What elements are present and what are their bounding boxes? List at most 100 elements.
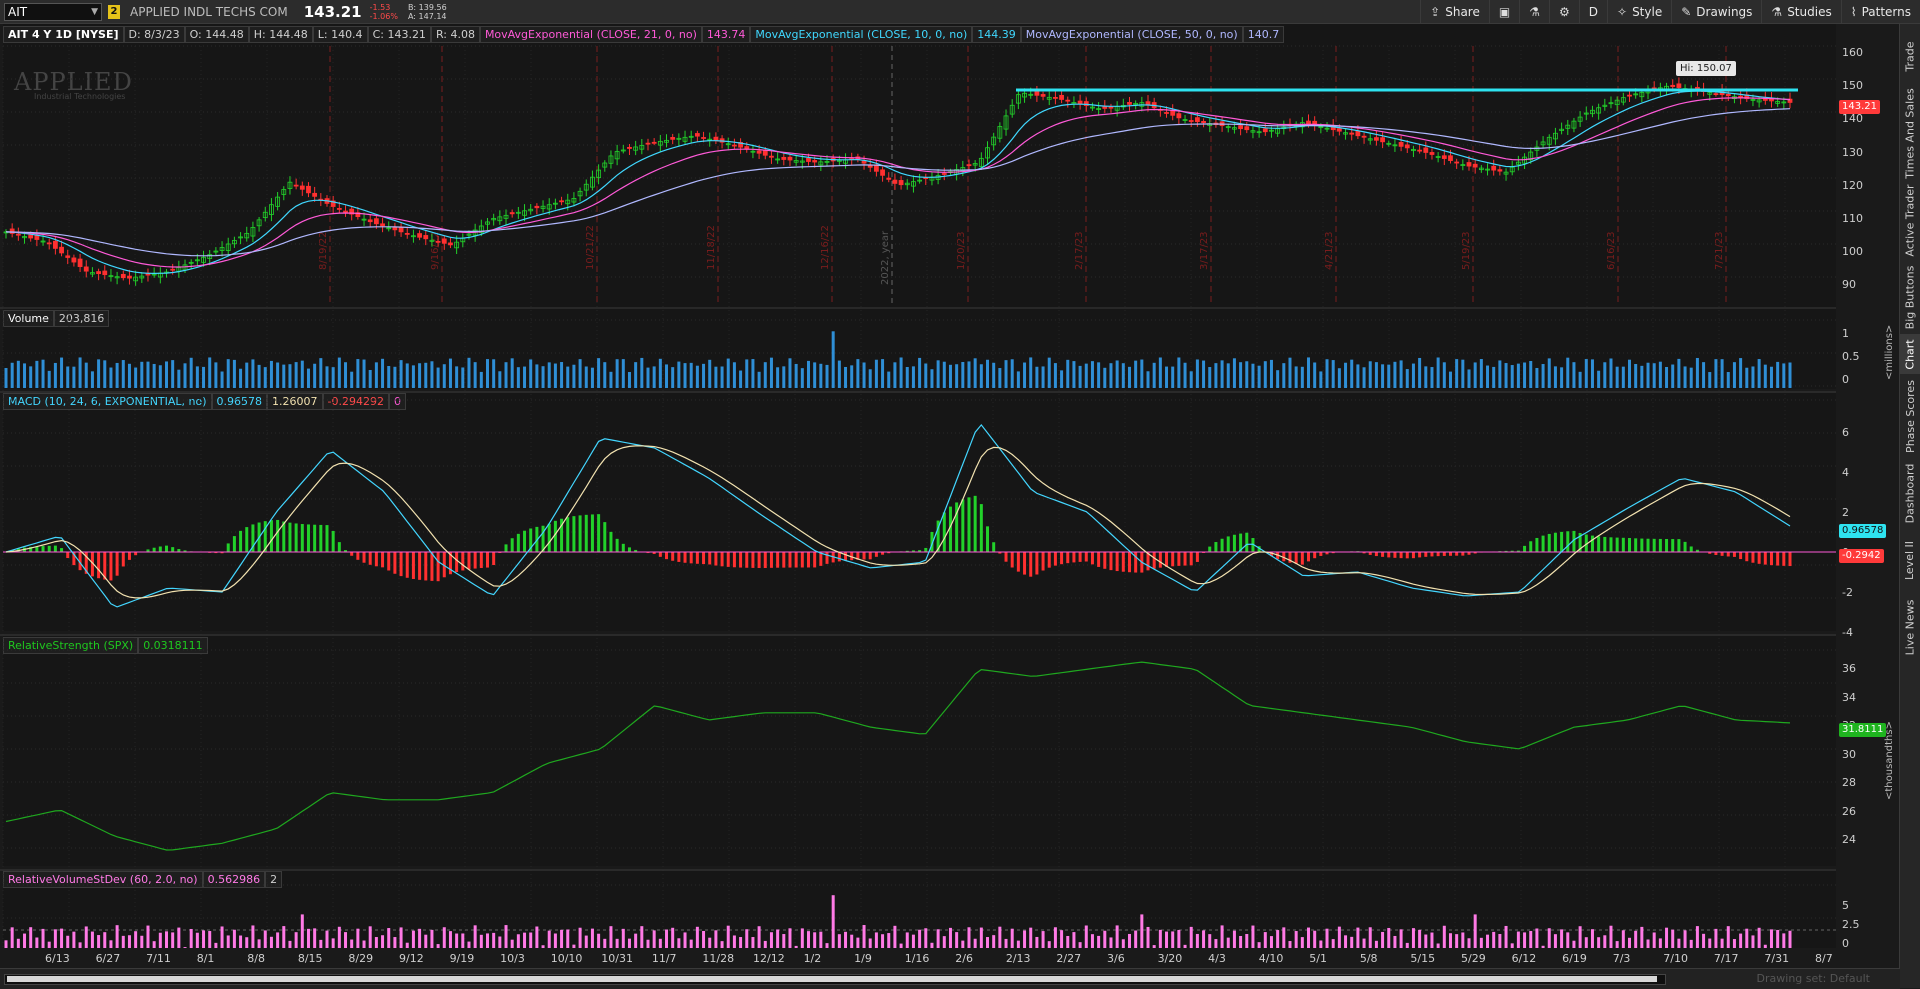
volume-bar: [1616, 367, 1619, 388]
rv-bar: [35, 938, 38, 948]
candle-body: [1060, 95, 1064, 99]
rv-bar: [1449, 933, 1452, 948]
rv-bar: [1356, 928, 1359, 948]
macd-histogram-bar: [1721, 552, 1724, 556]
macd-histogram-bar: [1103, 552, 1106, 569]
volume-bar: [1529, 361, 1532, 388]
candle-body: [35, 236, 39, 240]
macd-histogram-bar: [788, 552, 791, 568]
rv-bar: [1363, 939, 1366, 948]
volume-bar: [1122, 363, 1125, 388]
volume-bar: [943, 362, 946, 388]
time-axis-label: 6/27: [96, 952, 121, 965]
volume-bar: [97, 359, 100, 388]
rv-bar: [646, 940, 649, 948]
macd-histogram-bar: [1171, 552, 1174, 566]
macd-histogram-bar: [42, 546, 45, 552]
rv-bar: [369, 926, 372, 948]
rv-bar: [597, 934, 600, 948]
volume-unit: <millions>: [1884, 325, 1895, 380]
tab-level-ii[interactable]: Level II: [1900, 530, 1920, 590]
volume-bar: [5, 368, 8, 388]
rv-bar: [424, 935, 427, 948]
volume-bar: [282, 365, 285, 388]
volume-bar: [109, 368, 112, 388]
macd-histogram-bar: [980, 504, 983, 552]
volume-bar: [461, 367, 464, 388]
volume-bar: [406, 363, 409, 388]
rv-bar: [1313, 931, 1316, 948]
rv-bar: [554, 933, 557, 948]
volume-bar: [1480, 359, 1483, 388]
volume-bar: [505, 362, 508, 388]
tab-phase-scores[interactable]: Phase Scores: [1900, 376, 1920, 456]
volume-bar: [1227, 363, 1230, 388]
rv-bar: [122, 936, 125, 948]
rv-bar: [856, 938, 859, 948]
volume-bar: [60, 358, 63, 388]
rv-bar: [1523, 932, 1526, 948]
candle-body: [294, 185, 298, 186]
macd-histogram-bar: [1789, 552, 1792, 566]
horizontal-scrollbar[interactable]: [4, 974, 1666, 985]
volume-bar: [1005, 360, 1008, 388]
volume-bar: [1486, 366, 1489, 388]
volume-bar: [893, 362, 896, 388]
volume-bar: [566, 367, 569, 388]
candle-body: [344, 211, 348, 212]
rv-bar: [930, 943, 933, 948]
rv-bar: [1227, 938, 1230, 948]
rv-bar: [535, 927, 538, 948]
candle-body: [1399, 142, 1403, 146]
volume-bar: [1011, 359, 1014, 388]
rv-bar: [1147, 927, 1150, 948]
macd-histogram-bar: [1085, 552, 1088, 562]
candle-body: [1455, 162, 1459, 163]
candle-body: [405, 233, 409, 234]
volume-bar: [912, 366, 915, 388]
time-axis-label: 8/8: [247, 952, 265, 965]
rs-tag: 31.8111: [1839, 723, 1886, 737]
time-axis-label: 12/12: [753, 952, 785, 965]
tab-big-buttons[interactable]: Big Buttons: [1900, 262, 1920, 332]
time-axis-label: 7/17: [1714, 952, 1739, 965]
macd-histogram-bar: [1461, 552, 1464, 556]
macd-histogram-bar: [1048, 552, 1051, 568]
candle-body: [436, 241, 440, 242]
volume-bar: [449, 359, 452, 388]
macd-histogram-bar: [616, 539, 619, 552]
rv-bar: [1387, 928, 1390, 948]
rv-bar: [264, 930, 267, 948]
volume-bar: [795, 364, 798, 388]
rv-bar: [782, 934, 785, 948]
volume-bar: [560, 362, 563, 388]
volume-bar: [91, 371, 94, 388]
volume-bar: [961, 362, 964, 388]
rv-bar: [980, 928, 983, 948]
macd-histogram-bar: [1647, 539, 1650, 552]
rv-bar: [1468, 938, 1471, 948]
volume-bar: [955, 364, 958, 388]
scale-label: 100: [1836, 245, 1906, 258]
event-marker-label: 5/19/23: [1461, 231, 1472, 270]
chart-canvas[interactable]: 8/19/229/16/2210/21/2211/18/2212/16/221/…: [0, 0, 1900, 968]
time-axis-label: 10/31: [601, 952, 633, 965]
tab-times-and-sales[interactable]: Times And Sales: [1900, 88, 1920, 178]
scroll-thumb[interactable]: [7, 976, 1657, 982]
rv-bar: [1375, 941, 1378, 948]
macd-histogram-bar: [1208, 547, 1211, 552]
rv-bar: [1233, 931, 1236, 948]
volume-bar: [1276, 370, 1279, 388]
macd-histogram-bar: [1177, 552, 1180, 566]
event-marker-label: 6/16/23: [1606, 231, 1617, 270]
scale-label: 150: [1836, 79, 1906, 92]
volume-bar: [1603, 362, 1606, 388]
macd-histogram-bar: [153, 548, 156, 552]
rv-bar: [776, 929, 779, 948]
rv-bar: [1566, 932, 1569, 948]
macd-histogram-bar: [1523, 546, 1526, 552]
macd-histogram-bar: [967, 497, 970, 552]
candle-body: [1078, 101, 1082, 104]
macd-histogram-bar: [338, 542, 341, 552]
volume-bar: [258, 365, 261, 388]
